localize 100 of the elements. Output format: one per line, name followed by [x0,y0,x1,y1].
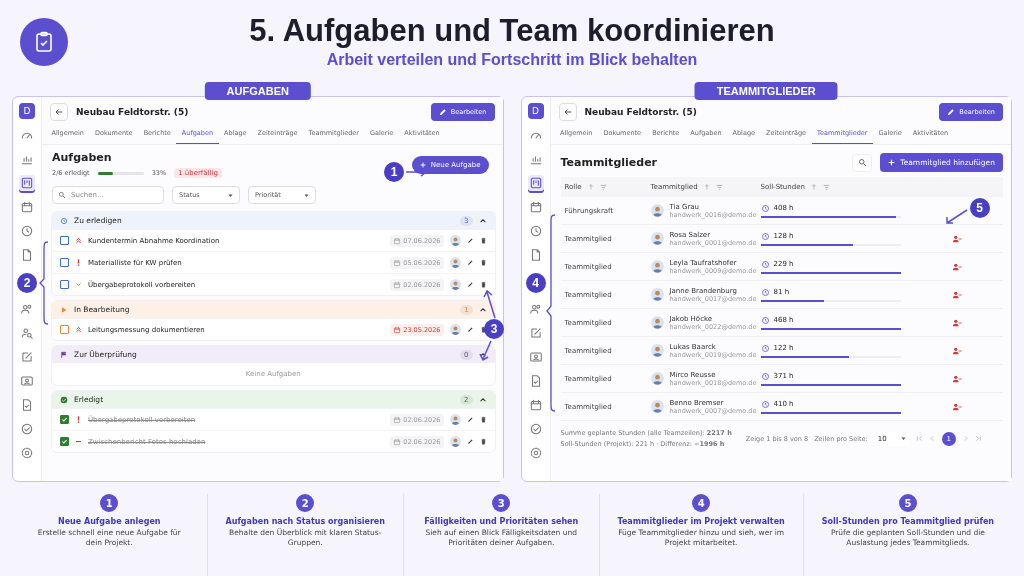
step-number: 5 [898,494,917,512]
pointer-arrow [483,289,497,319]
step-number: 2 [296,494,315,512]
trash-icon[interactable] [479,259,487,266]
back-button[interactable] [558,103,577,121]
settings-icon[interactable] [19,445,35,461]
search-icon [58,191,66,199]
avatar-icon [650,288,664,301]
pencil-icon[interactable] [466,259,474,266]
check-circle-icon [60,395,68,404]
user-avatar[interactable]: D [527,103,544,119]
trash-icon[interactable] [479,281,487,288]
step-number: 3 [492,494,511,512]
pencil-icon[interactable] [466,416,474,423]
trash-icon[interactable] [479,438,487,445]
checkbox[interactable] [60,258,69,267]
project-title: Neubau Feldtorstr. (5) [76,107,190,117]
pencil-icon[interactable] [466,281,474,288]
checkbox[interactable] [60,280,69,289]
chevron-up-icon[interactable] [478,350,487,359]
avatar-icon [650,232,664,245]
plus-icon [888,159,896,166]
chevron-down-icon [75,281,82,288]
edit-icon[interactable] [19,349,35,365]
trash-icon[interactable] [479,326,487,333]
clock-icon [760,259,770,269]
chevron-up-icon[interactable] [478,395,487,404]
user-avatar[interactable]: D [19,103,35,119]
dash-icon [75,438,82,445]
trash-icon[interactable] [479,237,487,244]
arrow-left-icon [54,107,64,117]
step-title: Aufgaben nach Status organisieren [225,517,385,526]
pencil-icon[interactable] [466,438,474,445]
chevron-up-icon[interactable] [478,216,487,225]
step-title: Soll-Stunden pro Teammitglied prüfen [821,517,994,526]
play-icon [60,305,68,314]
calendar-icon [393,236,402,245]
pencil-icon[interactable] [466,326,474,333]
checkbox[interactable] [60,325,69,334]
check-icon [61,416,68,423]
step-title: Neue Aufgabe anlegen [57,517,161,526]
clock-icon [760,399,770,409]
arrow-left-icon [562,107,573,117]
avatar-icon [449,324,461,335]
clock-icon [760,231,770,241]
clock-icon [760,203,770,213]
avatar-icon [449,414,461,425]
avatar-icon [650,204,664,217]
step-title: Teammitglieder im Projekt verwalten [617,517,785,526]
calendar-icon [393,437,402,446]
calendar-icon [393,325,402,334]
id-card-icon[interactable] [19,373,35,389]
clock-icon[interactable] [19,223,35,239]
checkbox[interactable] [60,437,69,446]
pointer-arrow [943,209,968,225]
plus-icon [419,161,426,168]
section-heading: Aufgaben [52,151,113,164]
clock-icon [760,371,770,381]
chevron-up-icon[interactable] [478,305,487,314]
avatar-icon [650,372,664,385]
board-icon[interactable] [19,175,35,191]
step-title: Fälligkeiten und Prioritäten sehen [424,517,579,526]
avatar-icon [449,436,461,447]
checkbox[interactable] [60,415,69,424]
step-number: 1 [100,494,119,512]
id-card-icon[interactable] [527,349,544,365]
caret-icon [228,192,233,198]
user-search-icon[interactable] [19,325,35,341]
page-title: 5. Aufgaben und Team koordinieren [249,13,775,49]
caret-icon [900,436,906,441]
clock-icon [760,287,770,297]
trash-icon[interactable] [479,416,487,423]
board-icon[interactable] [527,175,544,191]
avatar-icon [449,235,461,246]
flag-icon [60,350,68,359]
check-icon [61,438,68,445]
project-title: Neubau Feldtorstr. (5) [584,107,698,117]
step-number: 4 [692,494,711,512]
page-subtitle: Arbeit verteilen und Fortschritt im Blick behalten [326,51,698,69]
calendar-icon [393,258,402,267]
avatar-icon [650,260,664,273]
avatar-icon [449,257,461,268]
caret-icon [304,192,309,198]
search-icon [857,158,867,167]
check-circle-icon[interactable] [19,421,35,437]
calendar-icon [393,415,402,424]
search-button[interactable] [852,153,873,172]
pencil-icon [947,108,956,116]
avatar-icon [650,344,664,357]
double-chevron-up-icon [75,237,82,244]
back-button[interactable] [50,103,68,121]
clipboard-check-icon [20,18,68,66]
checkbox[interactable] [60,236,69,245]
pointer-arrow [479,340,493,362]
section-label: TEAMMITGLIEDER [694,82,838,100]
pencil-icon[interactable] [466,237,474,244]
calendar-icon[interactable] [19,199,35,215]
calendar-icon [393,280,402,289]
clock-icon [760,343,770,353]
step-marker: 4 [525,273,546,293]
